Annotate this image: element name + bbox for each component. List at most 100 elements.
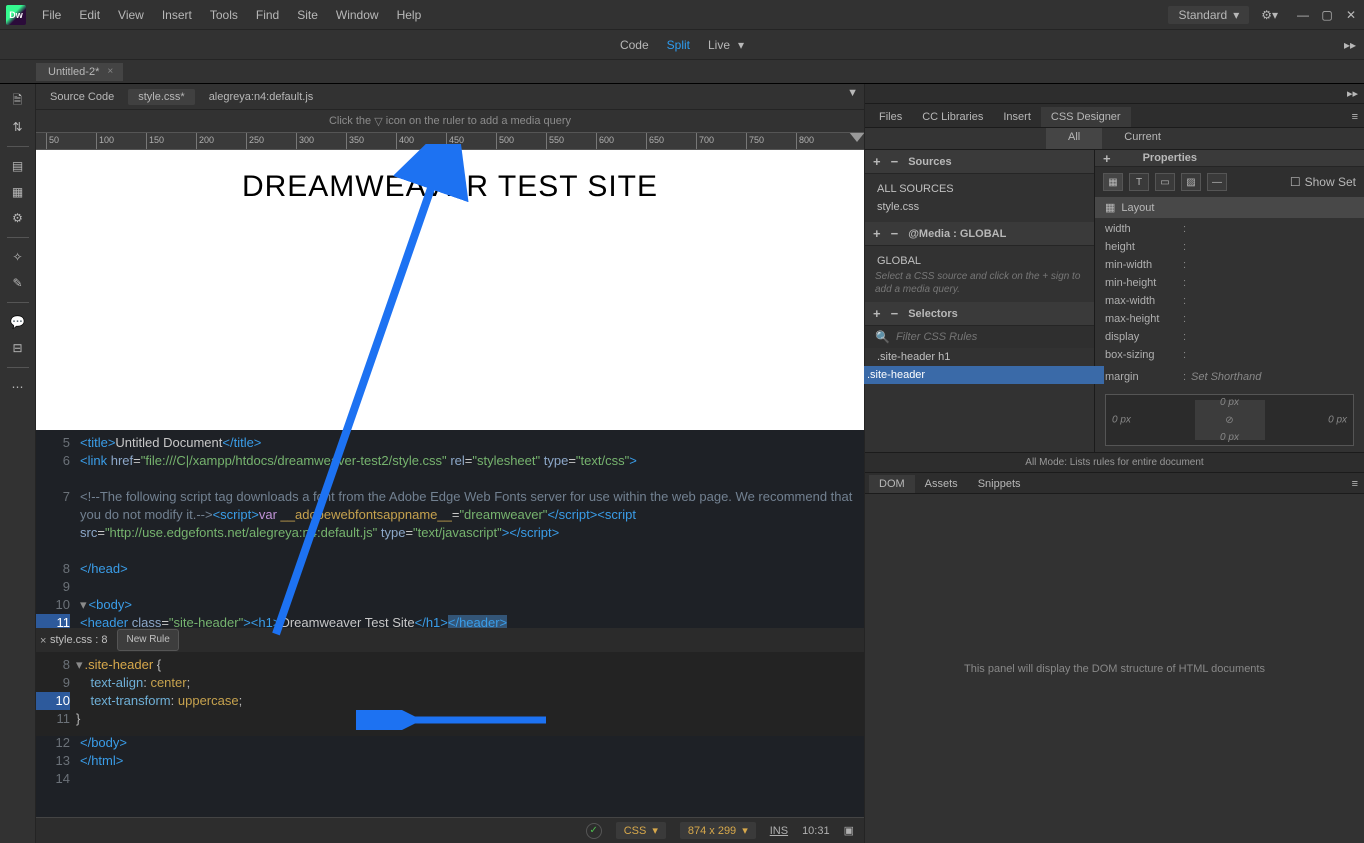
maximize-button[interactable]: ▢ [1320, 8, 1334, 22]
font-js-tab[interactable]: alegreya:n4:default.js [209, 91, 314, 103]
dom-panel-body: This panel will display the DOM structur… [865, 494, 1364, 843]
code-editor[interactable]: 567891011 <title>Untitled Document</titl… [36, 430, 864, 817]
tab-assets[interactable]: Assets [915, 475, 968, 493]
quick-edit-lines[interactable]: ▾.site-header { text-align: center; text… [76, 652, 242, 728]
right-panels: ▸▸ Files CC Libraries Insert CSS Designe… [864, 84, 1364, 843]
file-manage-icon[interactable]: 🗎 [7, 90, 29, 112]
dom-panel-menu-icon[interactable]: ≡ [1342, 475, 1364, 493]
ruler-end-marker-icon[interactable] [849, 132, 864, 142]
more-icon[interactable]: — [1207, 173, 1227, 191]
line-gutter-after: 121314 [36, 730, 76, 788]
background-icon[interactable]: ▨ [1181, 173, 1201, 191]
tab-snippets[interactable]: Snippets [968, 475, 1031, 493]
view-code[interactable]: Code [620, 38, 649, 52]
no-errors-icon[interactable]: ✓ [586, 823, 602, 839]
sync-settings-icon[interactable]: ⚙▾ [1261, 8, 1278, 22]
view-split[interactable]: Split [667, 38, 690, 52]
inspect-icon[interactable]: ▦ [7, 181, 29, 203]
selectors-remove-icon[interactable]: − [891, 306, 899, 321]
sources-remove-icon[interactable]: − [891, 154, 899, 169]
scope-all[interactable]: All [1046, 128, 1102, 149]
margin-visualizer[interactable]: 0 px 0 px 0 px 0 px ⊘ [1105, 394, 1354, 446]
filter-files-icon[interactable]: ▼ [847, 87, 858, 99]
menu-edit[interactable]: Edit [71, 4, 108, 26]
layout-group-header[interactable]: ▦ Layout [1095, 197, 1364, 218]
menu-find[interactable]: Find [248, 4, 287, 26]
media-hint-text: Select a CSS source and click on the + s… [875, 270, 1084, 296]
more-tools-icon[interactable]: ⋯ [7, 376, 29, 398]
expand-icon[interactable]: ⇅ [7, 116, 29, 138]
title-bar: Dw File Edit View Insert Tools Find Site… [0, 0, 1364, 30]
tab-css-designer[interactable]: CSS Designer [1041, 107, 1131, 127]
sources-file[interactable]: style.css [875, 198, 1084, 216]
settings-icon[interactable]: ⚙ [7, 207, 29, 229]
text-icon[interactable]: T [1129, 173, 1149, 191]
sources-all[interactable]: ALL SOURCES [875, 180, 1084, 198]
scope-current[interactable]: Current [1102, 128, 1183, 149]
close-tab-icon[interactable]: × [107, 66, 113, 77]
chevron-down-icon: ▾ [742, 824, 748, 837]
tab-cc-libraries[interactable]: CC Libraries [912, 107, 993, 127]
new-rule-button[interactable]: New Rule [117, 629, 178, 651]
media-remove-icon[interactable]: − [891, 226, 899, 241]
status-bar: ✓ CSS▾ 874 x 299▾ INS 10:31 ▣ [36, 817, 864, 843]
ruler[interactable]: 5010015020025030035040045050055060065070… [36, 132, 864, 150]
code-lines[interactable]: <title>Untitled Document</title><link hr… [80, 434, 864, 632]
live-preview[interactable]: DREAMWEAVER TEST SITE [36, 150, 864, 430]
panel-flyout-icon[interactable]: ▸▸ [1344, 38, 1356, 52]
source-code-tab[interactable]: Source Code [50, 91, 114, 103]
selector-item-1[interactable]: .site-header [855, 366, 1104, 384]
related-files-bar: Source Code style.css* alegreya:n4:defau… [36, 84, 864, 110]
media-global[interactable]: GLOBAL [875, 252, 1084, 270]
style-css-tab[interactable]: style.css* [128, 89, 194, 105]
properties-add-icon[interactable]: + [1103, 151, 1111, 166]
format-icon[interactable]: ✎ [7, 272, 29, 294]
show-set-toggle[interactable]: ☐Show Set [1290, 175, 1356, 189]
selectors-header: + − Selectors [865, 302, 1094, 326]
menu-file[interactable]: File [34, 4, 69, 26]
size-select[interactable]: 874 x 299▾ [680, 822, 756, 839]
menu-window[interactable]: Window [328, 4, 387, 26]
live-dropdown-icon[interactable]: ▾ [738, 38, 744, 52]
panel-collapse-bar[interactable]: ▸▸ [865, 84, 1364, 104]
document-tab[interactable]: Untitled-2* × [36, 63, 123, 81]
quick-edit-file: style.css : 8 [50, 631, 107, 649]
quick-edit-panel: × style.css : 8 New Rule 891011 ▾.site-h… [36, 628, 864, 736]
quick-edit-gutter: 891011 [36, 652, 76, 728]
menu-insert[interactable]: Insert [154, 4, 200, 26]
workspace-switcher[interactable]: Standard▾ [1168, 6, 1249, 24]
selectors-add-icon[interactable]: + [873, 306, 881, 321]
view-live[interactable]: Live [708, 38, 730, 52]
tab-dom[interactable]: DOM [869, 475, 915, 493]
sources-add-icon[interactable]: + [873, 154, 881, 169]
menu-tools[interactable]: Tools [202, 4, 246, 26]
code-lines-after[interactable]: </body></html> [80, 734, 864, 788]
live-view-icon[interactable]: ▤ [7, 155, 29, 177]
menu-site[interactable]: Site [289, 4, 326, 26]
menu-view[interactable]: View [110, 4, 152, 26]
filter-input[interactable] [896, 331, 1084, 343]
preview-device-icon[interactable]: ▣ [844, 824, 854, 837]
layout-icon[interactable]: ▦ [1103, 173, 1123, 191]
media-add-icon[interactable]: + [873, 226, 881, 241]
panel-menu-icon[interactable]: ≡ [1342, 107, 1364, 127]
selector-item-0[interactable]: .site-header h1 [865, 348, 1094, 366]
close-button[interactable]: ✕ [1344, 8, 1358, 22]
quick-edit-header: style.css : 8 New Rule [36, 628, 864, 652]
collapse-icon[interactable]: ⊟ [7, 337, 29, 359]
center-column: Source Code style.css* alegreya:n4:defau… [36, 84, 864, 843]
selectors-filter[interactable]: 🔍 [865, 326, 1094, 348]
quick-edit-close-icon[interactable]: × [40, 632, 46, 650]
tab-insert[interactable]: Insert [993, 107, 1041, 127]
wand-icon[interactable]: ✧ [7, 246, 29, 268]
cursor-position: 10:31 [802, 825, 830, 837]
tab-files[interactable]: Files [869, 107, 912, 127]
menu-help[interactable]: Help [389, 4, 430, 26]
minimize-button[interactable]: — [1296, 8, 1310, 22]
margin-shorthand[interactable]: Set Shorthand [1191, 371, 1354, 383]
comment-icon[interactable]: 💬 [7, 311, 29, 333]
dom-panel-tabs: DOM Assets Snippets ≡ [865, 472, 1364, 494]
language-select[interactable]: CSS▾ [616, 822, 666, 839]
border-icon[interactable]: ▭ [1155, 173, 1175, 191]
insert-mode[interactable]: INS [770, 825, 788, 837]
